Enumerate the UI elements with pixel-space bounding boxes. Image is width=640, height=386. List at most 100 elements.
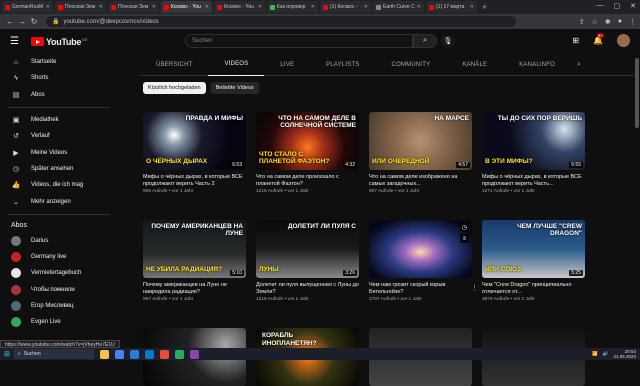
- video-thumbnail[interactable]: ◷ ≡: [369, 220, 472, 278]
- search-input[interactable]: Suchen: [185, 34, 413, 48]
- sort-chip[interactable]: Kürzlich hochgeladen: [143, 82, 206, 94]
- tab-close-icon[interactable]: ✕: [364, 4, 368, 10]
- subscription-item[interactable]: Чтобы помнили: [0, 282, 118, 298]
- media-icon[interactable]: [189, 349, 199, 359]
- subscription-item[interactable]: Darius: [0, 233, 118, 249]
- tab-close-icon[interactable]: ✕: [46, 4, 50, 10]
- tab-übersicht[interactable]: ÜBERSICHT: [140, 54, 208, 76]
- maximize-icon[interactable]: ▢: [614, 2, 621, 10]
- channel-search-icon[interactable]: ⌕: [571, 61, 587, 69]
- youtube-logo[interactable]: YouTube DE: [30, 37, 88, 47]
- tab-community[interactable]: COMMUNITY: [376, 54, 447, 76]
- browser-tab[interactable]: Плоская Зем ✕: [55, 1, 106, 13]
- tab-live[interactable]: LIVE: [264, 54, 310, 76]
- forward-icon[interactable]: →: [16, 17, 28, 26]
- browser-tab[interactable]: Плоская Зем ✕: [108, 1, 159, 13]
- video-thumbnail[interactable]: ТЫ ДО СИХ ПОР ВЕРИШЬ В ЭТИ МИФЫ? 6:55: [482, 112, 585, 170]
- wifi-icon[interactable]: 📶: [592, 351, 598, 357]
- chrome-icon[interactable]: [114, 349, 124, 359]
- video-thumbnail[interactable]: ПОЧЕМУ АМЕРИКАНЦЕВ НА ЛУНЕ НЕ УБИЛА РАДИА…: [143, 220, 246, 278]
- browser-tab[interactable]: Космос - You ✕: [214, 1, 265, 13]
- video-title[interactable]: Долетит ли пуля выпущенная с Луны до Зем…: [256, 282, 359, 296]
- more-actions-icon[interactable]: ⋮: [471, 284, 478, 292]
- sidebar-library-item-2[interactable]: ▶ Meine Videos: [0, 144, 118, 160]
- browser-tab[interactable]: Earth Curve C ✕: [373, 1, 424, 13]
- tab-close-icon[interactable]: ✕: [99, 4, 103, 10]
- create-video-icon[interactable]: ⊞: [572, 36, 579, 45]
- menu-dots-icon[interactable]: ⋮: [629, 18, 636, 26]
- add-to-queue-icon[interactable]: ≡: [460, 234, 469, 243]
- browser-tab[interactable]: Космос - You ✕: [161, 1, 212, 13]
- file-explorer-icon[interactable]: [99, 349, 109, 359]
- video-card[interactable]: ЧТО НА САМОМ ДЕЛЕ В СОЛНЕЧНОЙ СИСТЕМЕ ЧТО…: [256, 112, 359, 194]
- taskbar-search[interactable]: ⌕ Suchen: [13, 349, 94, 359]
- search-button[interactable]: ⌕: [413, 34, 437, 48]
- windows-start-icon[interactable]: ⊞: [4, 350, 10, 358]
- tab-videos[interactable]: VIDEOS: [208, 54, 265, 76]
- video-card[interactable]: ПОЧЕМУ АМЕРИКАНЦЕВ НА ЛУНЕ НЕ УБИЛА РАДИА…: [143, 220, 246, 302]
- tab-close-icon[interactable]: ✕: [470, 4, 474, 10]
- video-thumbnail[interactable]: НА МАРСЕ ИЛИ ОЧЕРЕДНОЙ 4:57: [369, 112, 472, 170]
- tab-close-icon[interactable]: ✕: [205, 4, 209, 10]
- sidebar-item-2[interactable]: ▤ Abos: [0, 87, 118, 103]
- subscription-item[interactable]: Егор Мисливец: [0, 298, 118, 314]
- url-field[interactable]: 🔒 youtube.com/@deepcosmos/videos: [46, 16, 516, 27]
- video-card[interactable]: ЧЕМ ЛУЧШЕ "CREW DRAGON" ИЛИ СОЮЗ 5:25 Чем "…: [482, 220, 585, 302]
- sort-chip[interactable]: Beliebte Videos: [210, 82, 259, 94]
- scrollbar-thumb[interactable]: [635, 58, 639, 128]
- extensions-icon[interactable]: ✱: [605, 18, 611, 26]
- subscription-item[interactable]: Germany live: [0, 249, 118, 265]
- sidebar-library-item-1[interactable]: ↺ Verlauf: [0, 128, 118, 144]
- sidebar-library-item-3[interactable]: ◷ Später ansehen: [0, 161, 118, 177]
- excel-icon[interactable]: [174, 349, 184, 359]
- sidebar-item-0[interactable]: ⌂ Startseite: [0, 54, 118, 70]
- video-title[interactable]: Чем нам грозит скорый взрыв Бетельгейзе?: [369, 282, 472, 296]
- tab-close-icon[interactable]: ✕: [311, 4, 315, 10]
- hamburger-menu-icon[interactable]: ☰: [10, 36, 19, 47]
- scrollbar[interactable]: [634, 54, 640, 346]
- video-card[interactable]: НА МАРСЕ ИЛИ ОЧЕРЕДНОЙ 4:57 Что на самом де…: [369, 112, 472, 194]
- word-icon[interactable]: [129, 349, 139, 359]
- browser-tab[interactable]: (1) Космос - ✕: [320, 1, 371, 13]
- tab-close-icon[interactable]: ✕: [258, 4, 262, 10]
- browser-tab[interactable]: Как опровер ✕: [267, 1, 318, 13]
- edge-icon[interactable]: [144, 349, 154, 359]
- video-thumbnail[interactable]: ДОЛЕТИТ ЛИ ПУЛЯ С ЛУНЫ 3:26: [256, 220, 359, 278]
- video-title[interactable]: Мифы о чёрных дырах, в которые ВСЕ продо…: [143, 174, 246, 188]
- video-card[interactable]: ◷ ≡ Чем нам грозит скорый взрыв Бетельгейз…: [369, 220, 478, 302]
- tab-playlists[interactable]: PLAYLISTS: [310, 54, 375, 76]
- video-card[interactable]: ДОЛЕТИТ ЛИ ПУЛЯ С ЛУНЫ 3:26 Долетит ли пуля…: [256, 220, 359, 302]
- tab-kanalinfo[interactable]: KANALINFO: [503, 54, 571, 76]
- voice-search-button[interactable]: 🎙: [441, 34, 455, 48]
- video-thumbnail[interactable]: ЧЕМ ЛУЧШЕ "CREW DRAGON" ИЛИ СОЮЗ 5:25: [482, 220, 585, 278]
- clock[interactable]: 20:54 21.05.2023: [613, 349, 636, 359]
- subscription-item[interactable]: Evgen Live: [0, 314, 118, 330]
- browser-tab[interactable]: (1) 17 марта ✕: [426, 1, 477, 13]
- subscription-item[interactable]: Vermietertagebuch: [0, 265, 118, 281]
- video-title[interactable]: Что на самом деле изображено на самых за…: [369, 174, 472, 188]
- app-icon[interactable]: [159, 349, 169, 359]
- profile-icon[interactable]: ●: [618, 18, 622, 26]
- new-tab-icon[interactable]: +: [482, 2, 487, 12]
- video-title[interactable]: Почему американцев на Луне не навредила …: [143, 282, 246, 296]
- watch-later-icon[interactable]: ◷: [460, 223, 469, 232]
- volume-icon[interactable]: 🔊: [603, 351, 609, 357]
- notifications-button[interactable]: 🔔 9+: [593, 33, 604, 45]
- browser-tab[interactable]: GermanRusM ✕: [2, 1, 53, 13]
- sidebar-library-item-4[interactable]: 👍 Videos, die ich mag: [0, 177, 118, 193]
- back-icon[interactable]: ←: [4, 17, 16, 26]
- video-thumbnail[interactable]: ПРАВДА И МИФЫ О ЧЁРНЫХ ДЫРАХ 6:53: [143, 112, 246, 170]
- video-card[interactable]: ПРАВДА И МИФЫ О ЧЁРНЫХ ДЫРАХ 6:53 Мифы о чё…: [143, 112, 246, 194]
- tab-close-icon[interactable]: ✕: [417, 4, 421, 10]
- sidebar-library-item-5[interactable]: ⌄ Mehr anzeigen: [0, 193, 118, 209]
- sidebar-item-1[interactable]: ϟ Shorts: [0, 70, 118, 86]
- video-thumbnail[interactable]: ЧТО НА САМОМ ДЕЛЕ В СОЛНЕЧНОЙ СИСТЕМЕ ЧТО…: [256, 112, 359, 170]
- video-title[interactable]: Мифы о чёрных дырах, в которые ВСЕ продо…: [482, 174, 585, 188]
- close-window-icon[interactable]: ✕: [630, 2, 636, 10]
- tab-close-icon[interactable]: ✕: [152, 4, 156, 10]
- video-card[interactable]: ТЫ ДО СИХ ПОР ВЕРИШЬ В ЭТИ МИФЫ? 6:55 Мифы …: [482, 112, 585, 194]
- video-title[interactable]: Что на самом деле произошло с планетой Ф…: [256, 174, 359, 188]
- account-avatar[interactable]: [617, 34, 630, 47]
- tab-kanäle[interactable]: KANÄLE: [446, 54, 503, 76]
- video-title[interactable]: Чем "Crew Dragon" принципиально отличает…: [482, 282, 585, 296]
